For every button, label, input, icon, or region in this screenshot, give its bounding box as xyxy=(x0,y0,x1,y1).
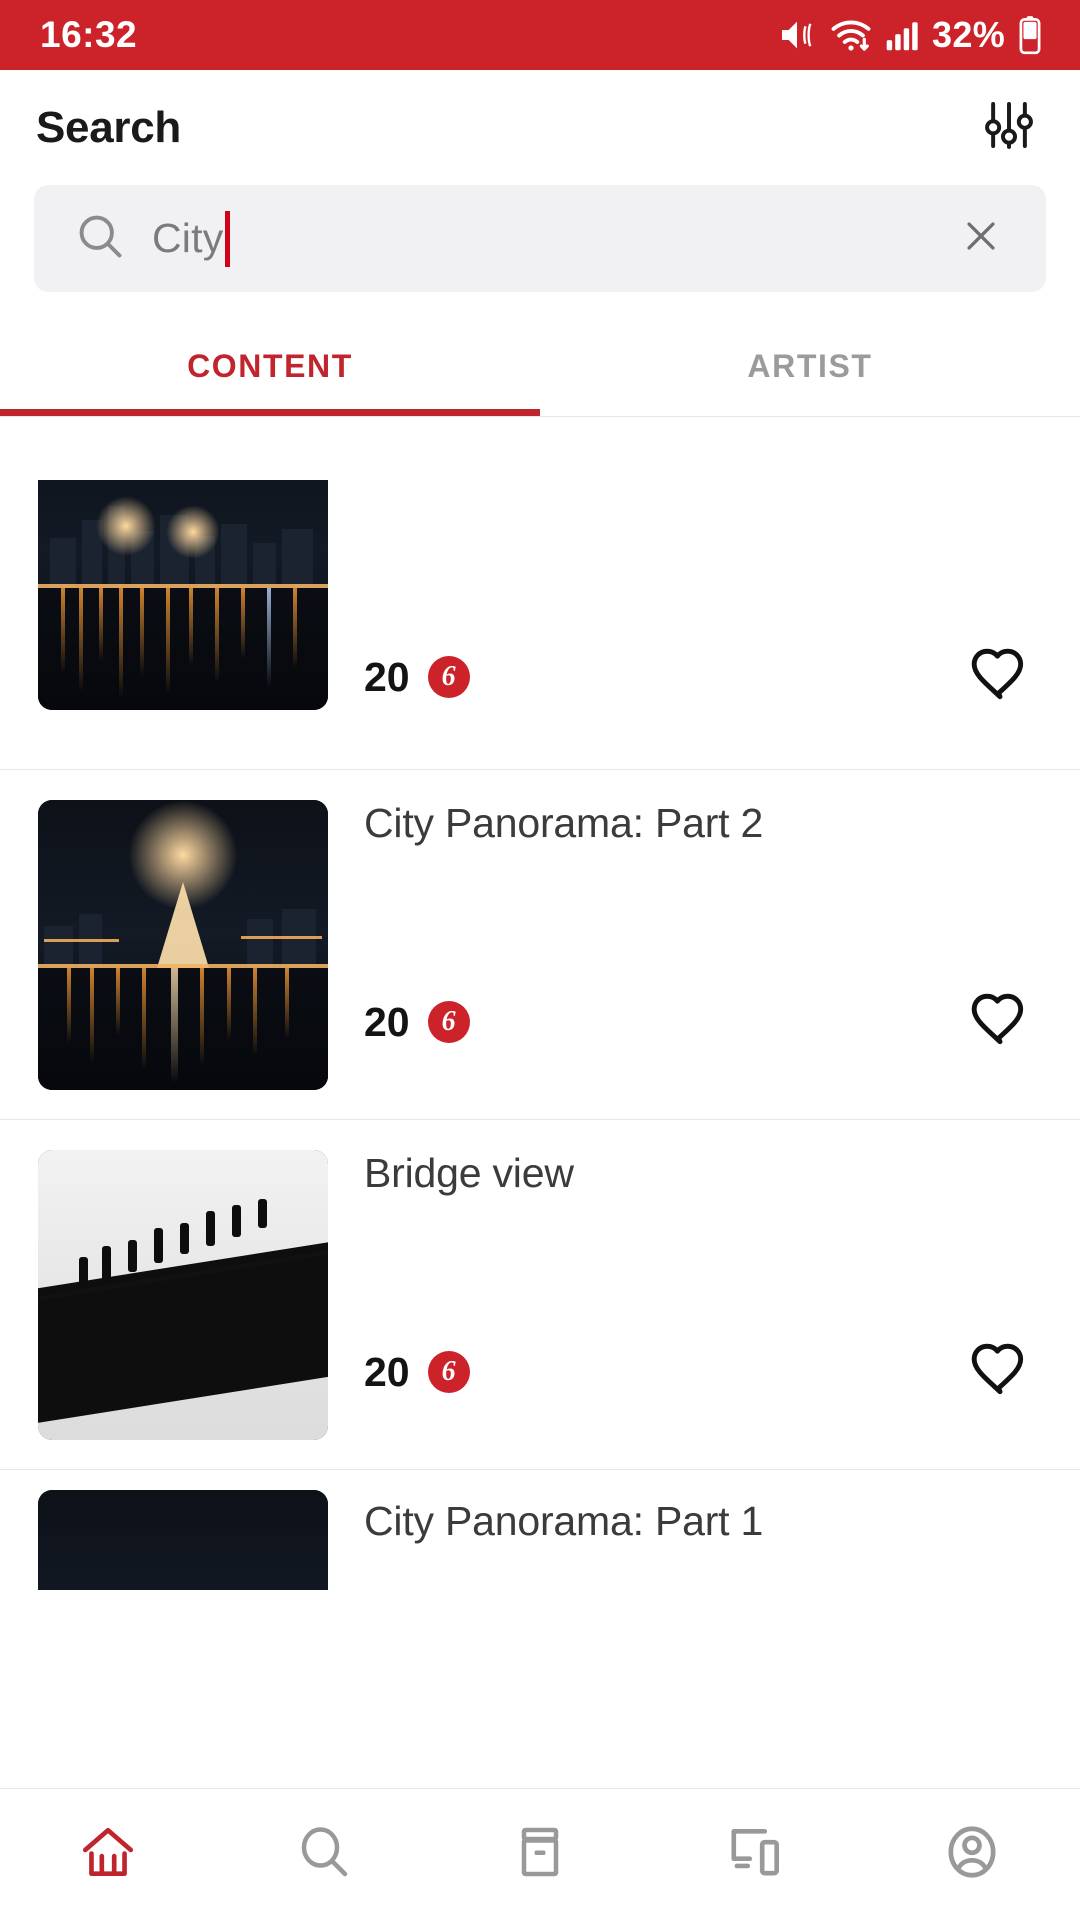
app-header: Search xyxy=(0,70,1080,185)
favorite-button[interactable] xyxy=(962,984,1038,1060)
archive-box-icon xyxy=(510,1822,570,1887)
item-body: City Panorama: Part 2 20 6 xyxy=(364,770,1046,1120)
list-item[interactable]: City Panorama: Part 3 20 6 xyxy=(0,480,1080,770)
item-price: 20 6 xyxy=(364,999,470,1046)
home-icon xyxy=(77,1821,139,1888)
search-box[interactable]: City xyxy=(34,185,1046,292)
item-footer: 20 6 xyxy=(364,639,1046,715)
search-tabs: CONTENT ARTIST xyxy=(0,316,1080,416)
item-title: City Panorama: Part 1 xyxy=(364,1498,764,1544)
close-x-icon xyxy=(959,214,1003,263)
page-title: Search xyxy=(36,102,181,152)
item-price: 20 6 xyxy=(364,654,470,701)
item-thumbnail[interactable] xyxy=(38,1150,328,1440)
nav-item-devices[interactable] xyxy=(648,1789,864,1920)
item-price-value: 20 xyxy=(364,998,410,1045)
item-price: 20 6 xyxy=(364,1349,470,1396)
item-footer: 20 6 xyxy=(364,984,1046,1060)
status-icons: 32% xyxy=(777,14,1042,56)
search-input[interactable]: City xyxy=(152,185,946,292)
account-circle-icon xyxy=(941,1821,1003,1888)
battery-icon xyxy=(1018,15,1042,55)
devices-icon xyxy=(725,1821,787,1888)
heart-outline-icon xyxy=(969,644,1031,711)
item-footer: 20 6 xyxy=(364,1334,1046,1410)
item-title: City Panorama: Part 2 xyxy=(364,800,764,846)
list-item[interactable]: City Panorama: Part 1 xyxy=(0,1470,1080,1590)
search-icon xyxy=(74,210,126,267)
clear-search-button[interactable] xyxy=(946,204,1016,274)
nav-item-account[interactable] xyxy=(864,1789,1080,1920)
coin-icon: 6 xyxy=(427,1001,470,1043)
search-icon xyxy=(294,1822,354,1887)
status-time: 16:32 xyxy=(40,14,138,55)
item-title: Bridge view xyxy=(364,1150,574,1196)
item-body: City Panorama: Part 1 xyxy=(364,1470,1046,1590)
nav-item-home[interactable] xyxy=(0,1789,216,1920)
cellular-signal-icon xyxy=(885,17,919,53)
coin-icon: 6 xyxy=(427,656,470,698)
battery-percent-label: 32% xyxy=(932,14,1005,55)
wifi-icon xyxy=(830,15,872,55)
mute-vibrate-icon xyxy=(777,15,817,55)
item-body: City Panorama: Part 3 20 6 xyxy=(364,480,1046,770)
tab-active-indicator xyxy=(0,409,540,416)
heart-outline-icon xyxy=(969,989,1031,1056)
list-item[interactable]: City Panorama: Part 2 20 6 xyxy=(0,770,1080,1120)
item-price-value: 20 xyxy=(364,1348,410,1395)
status-bar: 16:32 32% xyxy=(0,0,1080,70)
nav-item-search[interactable] xyxy=(216,1789,432,1920)
favorite-button[interactable] xyxy=(962,1334,1038,1410)
sliders-filter-icon xyxy=(981,97,1037,158)
search-input-value: City xyxy=(152,215,224,261)
bottom-navigation xyxy=(0,1788,1080,1920)
coin-icon: 6 xyxy=(427,1351,470,1393)
tabs-divider xyxy=(0,416,1080,417)
text-cursor xyxy=(225,210,231,267)
heart-outline-icon xyxy=(969,1339,1031,1406)
tab-artist[interactable]: ARTIST xyxy=(540,316,1080,416)
search-bar-container: City xyxy=(0,185,1080,292)
list-item[interactable]: Bridge view 20 6 xyxy=(0,1120,1080,1470)
filter-button[interactable] xyxy=(972,91,1046,165)
nav-item-archive[interactable] xyxy=(432,1789,648,1920)
search-results-list[interactable]: City Panorama: Part 3 20 6 xyxy=(0,480,1080,1788)
tab-content[interactable]: CONTENT xyxy=(0,316,540,416)
item-thumbnail[interactable] xyxy=(38,1490,328,1590)
item-thumbnail[interactable] xyxy=(38,800,328,1090)
favorite-button[interactable] xyxy=(962,639,1038,715)
item-price-value: 20 xyxy=(364,653,410,700)
item-thumbnail[interactable] xyxy=(38,480,328,710)
item-body: Bridge view 20 6 xyxy=(364,1120,1046,1470)
